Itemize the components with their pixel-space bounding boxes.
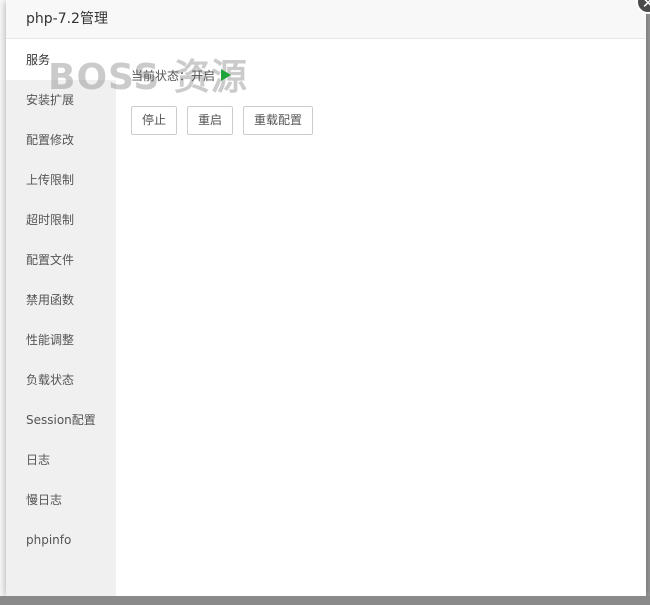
- service-panel: 当前状态：开启 停止 重启 重载配置: [131, 40, 646, 596]
- dialog-titlebar: php-7.2管理: [6, 0, 646, 39]
- sidebar-item-config-file[interactable]: 配置文件: [6, 240, 116, 280]
- restart-button[interactable]: 重启: [187, 106, 234, 135]
- play-icon: [221, 69, 232, 81]
- sidebar-item-performance[interactable]: 性能调整: [6, 320, 116, 360]
- sidebar-item-config-edit[interactable]: 配置修改: [6, 120, 116, 160]
- stop-button[interactable]: 停止: [131, 106, 178, 135]
- sidebar-item-log[interactable]: 日志: [6, 440, 116, 480]
- background-bottom-bar: [0, 596, 650, 605]
- status-value: 开启: [191, 69, 216, 83]
- sidebar-item-slow-log[interactable]: 慢日志: [6, 480, 116, 520]
- service-button-row: 停止 重启 重载配置: [131, 106, 323, 135]
- status-label: 当前状态：: [131, 69, 192, 83]
- sidebar-item-disabled-functions[interactable]: 禁用函数: [6, 280, 116, 320]
- dialog-title: php-7.2管理: [26, 11, 108, 27]
- status-line: 当前状态：开启: [131, 67, 232, 84]
- sidebar-menu: 服务 安装扩展 配置修改 上传限制 超时限制 配置文件 禁用函数 性能调整 负载…: [6, 40, 116, 596]
- sidebar-item-load-status[interactable]: 负载状态: [6, 360, 116, 400]
- sidebar-item-phpinfo[interactable]: phpinfo: [6, 520, 116, 560]
- reload-config-button[interactable]: 重载配置: [243, 106, 314, 135]
- php-manager-dialog: php-7.2管理 ✕ 服务 安装扩展 配置修改 上传限制 超时限制 配置文件 …: [6, 0, 650, 596]
- sidebar-item-upload-limit[interactable]: 上传限制: [6, 160, 116, 200]
- sidebar-item-timeout-limit[interactable]: 超时限制: [6, 200, 116, 240]
- sidebar-item-session-config[interactable]: Session配置: [6, 400, 116, 440]
